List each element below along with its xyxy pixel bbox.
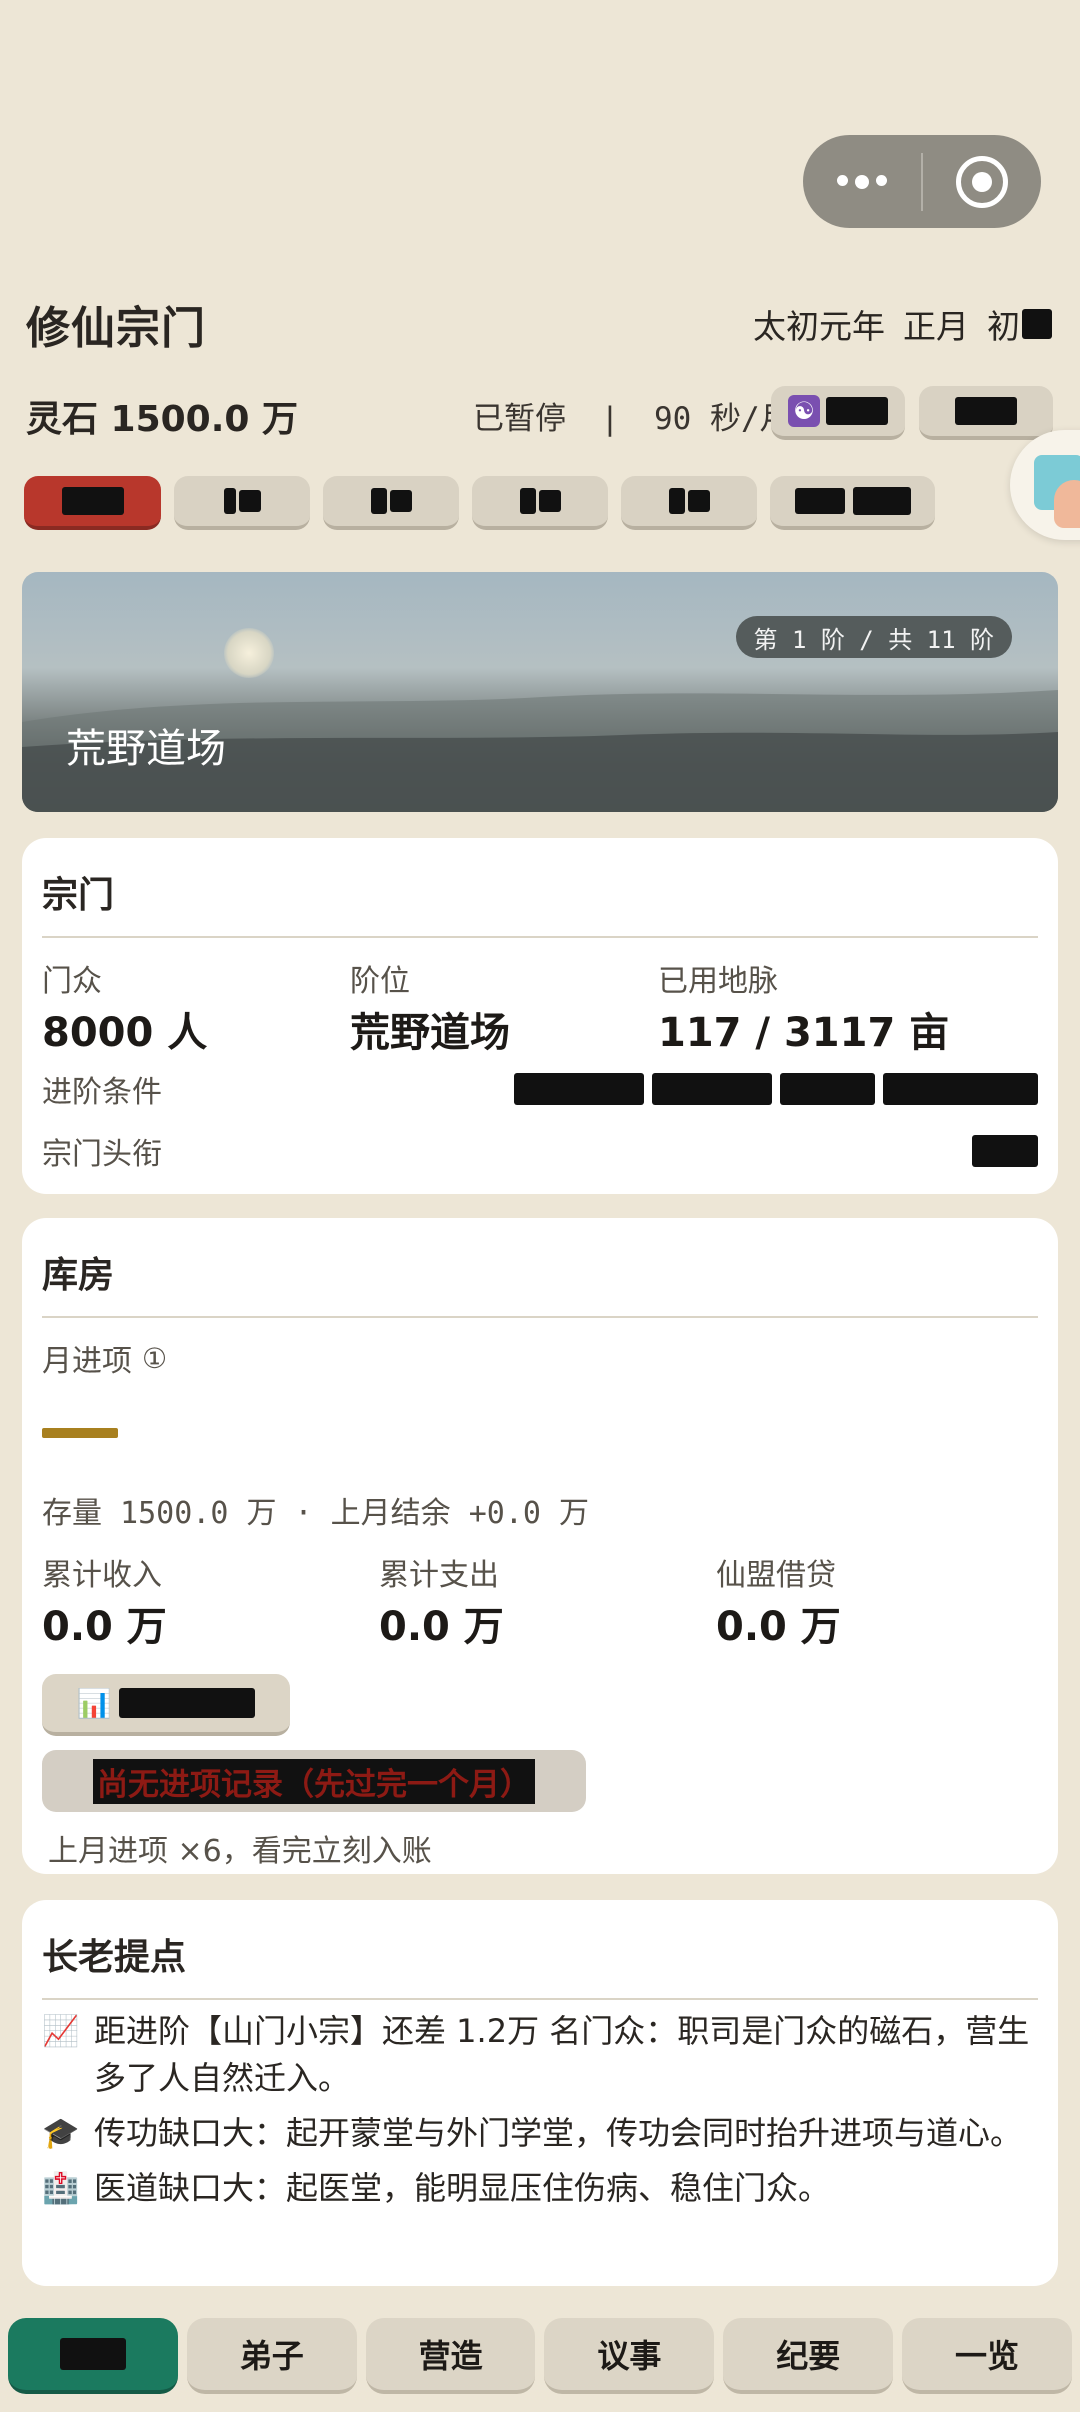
advance-label: 进阶条件: [42, 1075, 162, 1110]
sect-scene-banner: 第 1 阶 / 共 11 阶 荒野道场: [22, 572, 1058, 812]
hospital-icon: 🏥: [42, 2171, 80, 2206]
speed-chip-row: [24, 476, 935, 530]
close-target-icon[interactable]: [923, 155, 1041, 208]
more-menu-icon[interactable]: [803, 174, 921, 189]
tip-item: 🎓 传功缺口大：起开蒙堂与外门学堂，传功会同时抬升进项与道心。: [42, 2110, 1038, 2157]
chart-up-icon: 📈: [42, 2014, 80, 2049]
stock-line: 存量 1500.0 万 · 上月结余 +0.0 万: [42, 1496, 590, 1531]
nav-council[interactable]: 议事: [544, 2318, 715, 2394]
nav-home[interactable]: [8, 2318, 178, 2394]
sect-card: 宗门 门众 8000 人 阶位 荒野道场 已用地脉 117 / 3117 亩 进…: [22, 838, 1058, 1194]
members-value: 8000 人: [42, 1010, 208, 1056]
monthly-income-label: 月进项: [42, 1344, 132, 1379]
speed-chip-10x[interactable]: [770, 476, 935, 530]
toggle-button-b[interactable]: [919, 386, 1053, 440]
speed-chip-4x[interactable]: [621, 476, 757, 530]
bar-chart-icon: 📊: [76, 1686, 112, 1720]
separator: |: [600, 401, 620, 437]
nav-records[interactable]: 纪要: [723, 2318, 894, 2394]
date-year: 太初元年: [753, 307, 885, 346]
button-a-label: [826, 397, 888, 425]
mini-program-capsule: [803, 135, 1041, 228]
empty-notice: 尚无进项记录（先过完一个月）: [42, 1750, 586, 1812]
rank-label: 阶位: [350, 964, 410, 999]
speed-chip-pause[interactable]: [24, 476, 161, 530]
button-b-label: [955, 397, 1017, 425]
spirit-stones: 灵石 1500.0 万: [26, 399, 298, 440]
rank-value: 荒野道场: [350, 1010, 510, 1056]
expense-label: 累计支出: [379, 1558, 499, 1593]
banner-place-name: 荒野道场: [66, 726, 226, 772]
storehouse-heading: 库房: [42, 1218, 1038, 1318]
elder-tips-heading: 长老提点: [42, 1900, 1038, 2000]
land-label: 已用地脉: [658, 964, 778, 999]
yin-yang-icon: ☯: [788, 395, 820, 427]
paused-label: 已暂停: [473, 401, 566, 437]
tip-text: 医道缺口大：起医堂，能明显压住伤病、稳住门众。: [94, 2169, 831, 2207]
tip-text: 传功缺口大：起开蒙堂与外门学堂，传功会同时抬升进项与道心。: [94, 2114, 1023, 2152]
sect-heading: 宗门: [42, 838, 1038, 938]
expense-value: 0.0 万: [379, 1604, 504, 1650]
game-speed-status: 已暂停 | 90 秒/月: [473, 393, 791, 438]
income-value: 0.0 万: [42, 1604, 167, 1650]
empty-notice-text: 尚无进项记录（先过完一个月）: [93, 1758, 535, 1804]
tier-badge: 第 1 阶 / 共 11 阶: [735, 616, 1012, 658]
tip-item: 🏥 医道缺口大：起医堂，能明显压住伤病、稳住门众。: [42, 2165, 1038, 2212]
footnote: 上月进项 ×6，看完立刻入账: [48, 1834, 432, 1869]
advance-value: [514, 1073, 1038, 1105]
land-value: 117 / 3117 亩: [658, 1010, 950, 1056]
tip-item: 📈 距进阶【山门小宗】还差 1.2万 名门众：职司是门众的磁石，营生多了人自然迁…: [42, 2008, 1038, 2102]
speed-chip-1x[interactable]: [174, 476, 310, 530]
graduation-cap-icon: 🎓: [42, 2116, 80, 2151]
bottom-nav: 弟子 营造 议事 纪要 一览: [8, 2318, 1072, 2394]
nav-overview[interactable]: 一览: [902, 2318, 1072, 2394]
income-label: 累计收入: [42, 1558, 162, 1593]
tip-text: 距进阶【山门小宗】还差 1.2万 名门众：职司是门众的磁石，营生多了人自然迁入。: [94, 2012, 1030, 2097]
info-icon[interactable]: ①: [142, 1342, 167, 1375]
loan-label: 仙盟借贷: [716, 1558, 836, 1593]
monthly-income-bar: [42, 1428, 118, 1438]
moon-icon: [224, 628, 274, 678]
date-month: 正月: [903, 307, 969, 346]
nav-construction[interactable]: 营造: [365, 2318, 536, 2394]
members-label: 门众: [42, 964, 102, 999]
loan-value: 0.0 万: [716, 1604, 841, 1650]
speed-chip-2x[interactable]: [323, 476, 459, 530]
nav-disciples[interactable]: 弟子: [186, 2318, 357, 2394]
detail-button-label: [119, 1688, 256, 1718]
storehouse-card: 库房 月进项 ① 存量 1500.0 万 · 上月结余 +0.0 万 累计收入 …: [22, 1218, 1058, 1874]
toggle-button-a[interactable]: ☯: [771, 386, 905, 440]
detail-button[interactable]: 📊: [42, 1674, 290, 1736]
date-day: 初: [987, 300, 1052, 348]
speed-chip-3x[interactable]: [472, 476, 608, 530]
mountain-silhouette: [22, 690, 1058, 812]
floating-assistant-tab[interactable]: [1010, 430, 1080, 540]
game-date: 太初元年 正月 初: [753, 300, 1052, 348]
elder-tips-card: 长老提点 📈 距进阶【山门小宗】还差 1.2万 名门众：职司是门众的磁石，营生多…: [22, 1900, 1058, 2286]
title-label: 宗门头衔: [42, 1137, 162, 1172]
title-value: [972, 1135, 1038, 1167]
app-title: 修仙宗门: [26, 303, 206, 354]
